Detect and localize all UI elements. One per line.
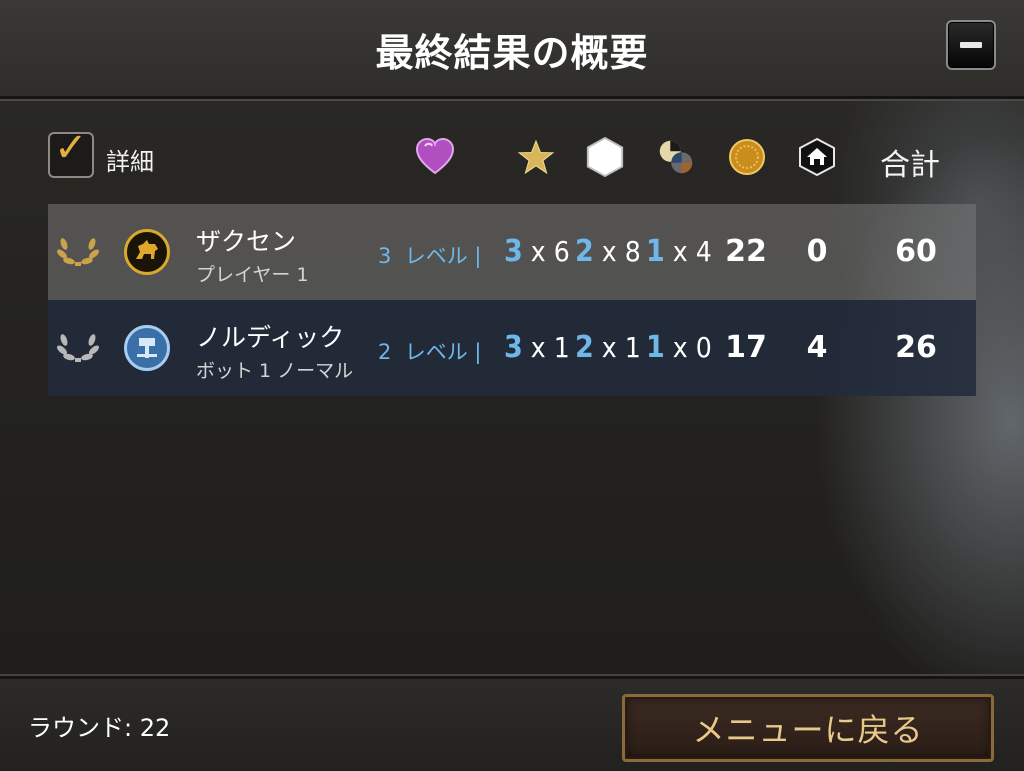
- coins-value: 22: [725, 234, 767, 269]
- player-type: プレイヤー 1: [196, 264, 309, 286]
- hex-multiplier: 2 x 8: [575, 234, 641, 269]
- details-label: 詳細: [106, 148, 154, 176]
- total-column-header: 合計: [880, 148, 940, 183]
- player-row: ザクセン プレイヤー 1 3 レベル | 3 x 6 2 x 8 1 x 4 2…: [48, 204, 976, 300]
- star-multiplier: 3 x 6: [504, 234, 570, 269]
- page-title: 最終結果の概要: [375, 30, 649, 75]
- minimize-button[interactable]: [946, 20, 996, 70]
- back-to-menu-button[interactable]: メニューに戻る: [622, 694, 994, 762]
- star-multiplier: 3 x 1: [504, 330, 570, 365]
- level-indicator: 3 レベル |: [378, 244, 482, 268]
- level-indicator: 2 レベル |: [378, 340, 482, 364]
- faction-emblem-icon: [124, 325, 170, 371]
- coins-value: 17: [725, 330, 767, 365]
- total-value: 60: [895, 234, 937, 269]
- player-row: ノルディック ボット 1 ノーマル 2 レベル | 3 x 1 2 x 1 1 …: [48, 300, 976, 396]
- star-icon: [515, 136, 557, 178]
- player-type: ボット 1 ノーマル: [196, 360, 354, 382]
- faction-emblem-icon: [124, 229, 170, 275]
- heart-icon: [414, 136, 456, 178]
- checkmark-icon: ✓: [54, 125, 88, 171]
- total-value: 26: [895, 330, 937, 365]
- gold-laurel-icon: [57, 238, 99, 266]
- silver-laurel-icon: [57, 334, 99, 362]
- resource-mix-icon: [655, 136, 697, 178]
- home-icon: [796, 136, 838, 178]
- round-counter: ラウンド: 22: [28, 714, 171, 742]
- resource-multiplier: 1 x 0: [646, 330, 712, 365]
- hexagon-icon: [584, 136, 626, 178]
- coin-icon: [726, 136, 768, 178]
- player-name: ノルディック: [196, 323, 345, 352]
- hex-multiplier: 2 x 1: [575, 330, 641, 365]
- details-checkbox[interactable]: ✓: [48, 128, 94, 178]
- minus-icon: [960, 42, 982, 48]
- buildings-value: 4: [806, 330, 828, 365]
- player-name: ザクセン: [196, 227, 297, 256]
- resource-multiplier: 1 x 4: [646, 234, 712, 269]
- back-to-menu-label: メニューに戻る: [692, 711, 924, 749]
- buildings-value: 0: [806, 234, 828, 269]
